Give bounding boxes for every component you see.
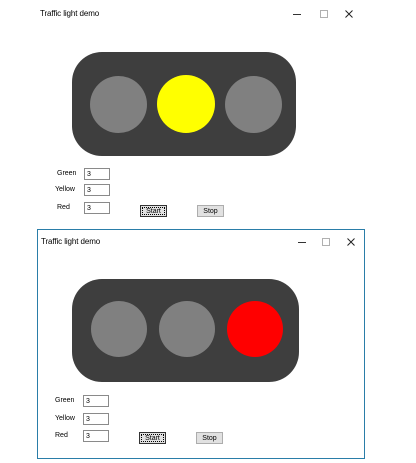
- yellow-label: Yellow: [55, 415, 75, 422]
- title-bar[interactable]: Traffic light demo: [38, 230, 364, 254]
- red-lamp: [227, 301, 283, 357]
- traffic-light-housing: [72, 279, 299, 382]
- maximize-icon[interactable]: [314, 232, 338, 252]
- green-lamp: [90, 76, 147, 133]
- traffic-light-housing: [72, 52, 296, 156]
- window-title: Traffic light demo: [40, 9, 100, 18]
- stop-button[interactable]: Stop: [197, 205, 224, 217]
- close-icon[interactable]: [339, 232, 363, 252]
- red-label: Red: [55, 432, 68, 439]
- traffic-light-window-2: Traffic light demo Green Yellow Red Star…: [37, 229, 365, 459]
- green-duration-input[interactable]: [84, 168, 110, 180]
- start-button[interactable]: Start: [140, 205, 167, 217]
- red-duration-input[interactable]: [83, 430, 109, 442]
- close-icon[interactable]: [337, 4, 361, 24]
- red-duration-input[interactable]: [84, 202, 110, 214]
- green-label: Green: [57, 170, 77, 177]
- start-button[interactable]: Start: [139, 432, 166, 444]
- stop-button[interactable]: Stop: [196, 432, 223, 444]
- window-title: Traffic light demo: [41, 237, 101, 246]
- red-lamp: [225, 76, 282, 133]
- yellow-lamp: [157, 75, 215, 133]
- green-label: Green: [55, 397, 75, 404]
- green-lamp: [91, 301, 147, 357]
- red-label: Red: [57, 204, 70, 211]
- maximize-icon[interactable]: [312, 4, 336, 24]
- yellow-duration-input[interactable]: [84, 184, 110, 196]
- minimize-icon[interactable]: [290, 232, 314, 252]
- yellow-lamp: [159, 301, 215, 357]
- minimize-icon[interactable]: [285, 4, 309, 24]
- green-duration-input[interactable]: [83, 395, 109, 407]
- yellow-label: Yellow: [55, 186, 75, 193]
- yellow-duration-input[interactable]: [83, 413, 109, 425]
- title-bar[interactable]: Traffic light demo: [35, 2, 365, 26]
- traffic-light-window-1: Traffic light demo Green Yellow Red Star…: [35, 2, 365, 224]
